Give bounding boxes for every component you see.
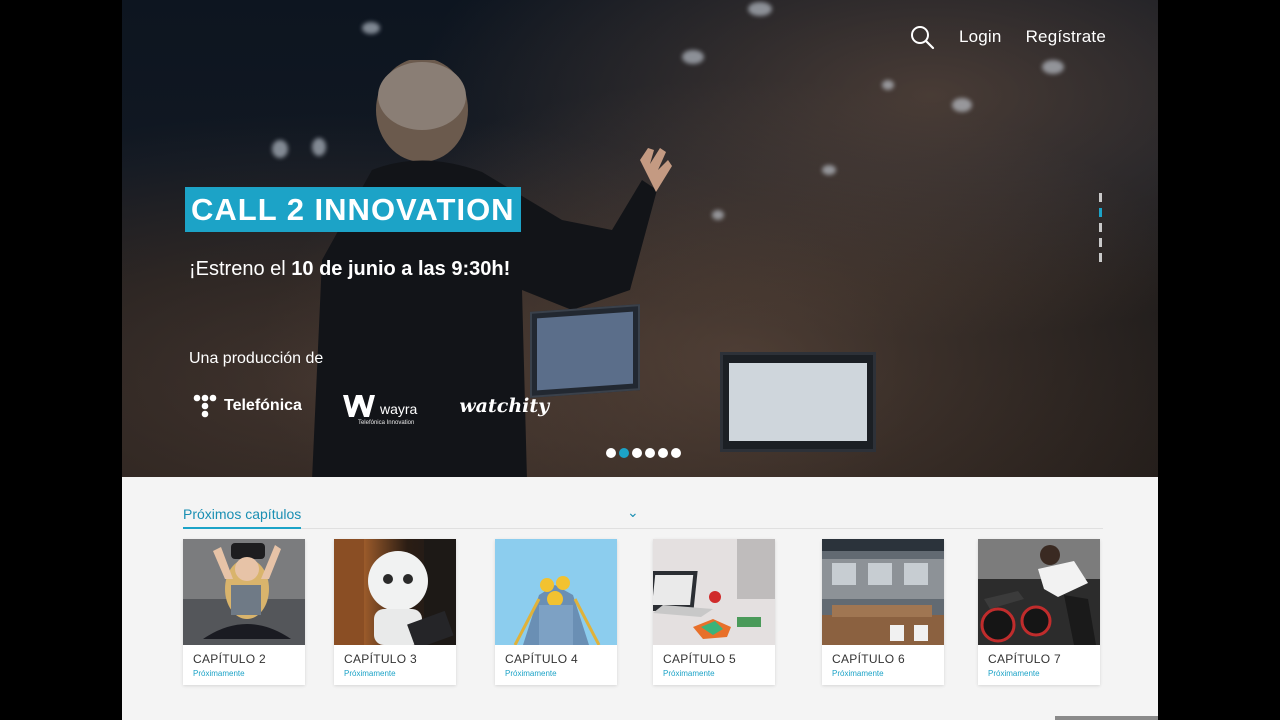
chapter-label: CAPÍTULO 4 <box>505 652 579 666</box>
partner-logos: Telefónica wayra Telefónica Innovation w… <box>192 386 549 426</box>
chapter-status: Próximamente <box>832 669 884 678</box>
telefonica-t-icon <box>193 394 217 418</box>
carousel-dot-2[interactable] <box>619 448 629 458</box>
carousel-dots <box>606 448 681 458</box>
carousel-dot-3[interactable] <box>632 448 642 458</box>
section-title-tab[interactable]: Próximos capítulos <box>183 506 302 529</box>
chapter-status: Próximamente <box>988 669 1040 678</box>
upcoming-chapters-section: Próximos capítulos ⌄ CAPÍTULO 2 Próximam… <box>122 477 1158 720</box>
horizontal-scrollbar[interactable] <box>1055 716 1158 720</box>
premiere-date: 10 de junio a las 9:30h! <box>291 258 511 280</box>
carousel-dot-5[interactable] <box>658 448 668 458</box>
chapter-label: CAPÍTULO 5 <box>663 652 737 666</box>
chevron-down-icon[interactable]: ⌄ <box>627 504 639 521</box>
carousel-dot-4[interactable] <box>645 448 655 458</box>
wayra-subtitle: Telefónica Innovation <box>357 420 415 426</box>
chapter-card[interactable]: CAPÍTULO 4 Próximamente <box>495 539 617 685</box>
top-navigation: Login Regístrate <box>909 24 1106 50</box>
chapter-label: CAPÍTULO 6 <box>832 652 906 666</box>
chapter-card[interactable]: CAPÍTULO 6 Próximamente <box>822 539 944 685</box>
premiere-prefix: ¡Estreno el <box>189 258 292 280</box>
telefonica-wordmark: Telefónica <box>224 397 302 414</box>
telefonica-logo: Telefónica <box>192 393 302 419</box>
chapter-thumbnail <box>495 539 617 645</box>
chapter-thumbnail <box>183 539 305 645</box>
hero-banner: Login Regístrate CALL 2 INNOVATION ¡Estr… <box>122 0 1158 477</box>
wayra-w-icon <box>342 395 375 417</box>
premiere-text: ¡Estreno el 10 de junio a las 9:30h! <box>189 258 510 281</box>
hero-title: CALL 2 INNOVATION <box>191 192 515 227</box>
chapter-label: CAPÍTULO 2 <box>193 652 267 666</box>
chapter-thumbnail <box>334 539 456 645</box>
login-link[interactable]: Login <box>959 27 1002 47</box>
vertical-indicator-3[interactable] <box>1099 223 1102 232</box>
section-header: Próximos capítulos ⌄ <box>183 504 1103 529</box>
carousel-dot-6[interactable] <box>671 448 681 458</box>
vertical-indicator-1[interactable] <box>1099 193 1102 202</box>
chapter-thumbnail <box>653 539 775 645</box>
hero-title-badge: CALL 2 INNOVATION <box>185 187 521 232</box>
watchity-logo: watchity <box>459 395 550 417</box>
wayra-wordmark: wayra <box>379 401 418 417</box>
production-label: Una producción de <box>189 350 324 367</box>
vertical-slide-indicator <box>1099 193 1102 268</box>
search-icon[interactable] <box>909 24 935 50</box>
chapter-thumbnail <box>822 539 944 645</box>
chapter-status: Próximamente <box>193 669 245 678</box>
chapter-card[interactable]: CAPÍTULO 2 Próximamente <box>183 539 305 685</box>
chapter-status: Próximamente <box>505 669 557 678</box>
chapter-label: CAPÍTULO 3 <box>344 652 418 666</box>
chapter-card[interactable]: CAPÍTULO 3 Próximamente <box>334 539 456 685</box>
carousel-dot-1[interactable] <box>606 448 616 458</box>
wayra-logo: wayra Telefónica Innovation <box>342 393 418 426</box>
page-frame: Login Regístrate CALL 2 INNOVATION ¡Estr… <box>122 0 1158 720</box>
stage-monitor <box>720 352 876 452</box>
chapter-card[interactable]: CAPÍTULO 5 Próximamente <box>653 539 775 685</box>
register-link[interactable]: Regístrate <box>1026 27 1106 47</box>
chapter-label: CAPÍTULO 7 <box>988 652 1062 666</box>
chapter-card[interactable]: CAPÍTULO 7 Próximamente <box>978 539 1100 685</box>
chapter-status: Próximamente <box>344 669 396 678</box>
vertical-indicator-4[interactable] <box>1099 238 1102 247</box>
vertical-indicator-2[interactable] <box>1099 208 1102 217</box>
chapter-thumbnail <box>978 539 1100 645</box>
vertical-indicator-5[interactable] <box>1099 253 1102 262</box>
chapter-status: Próximamente <box>663 669 715 678</box>
stage-laptop <box>530 304 640 398</box>
